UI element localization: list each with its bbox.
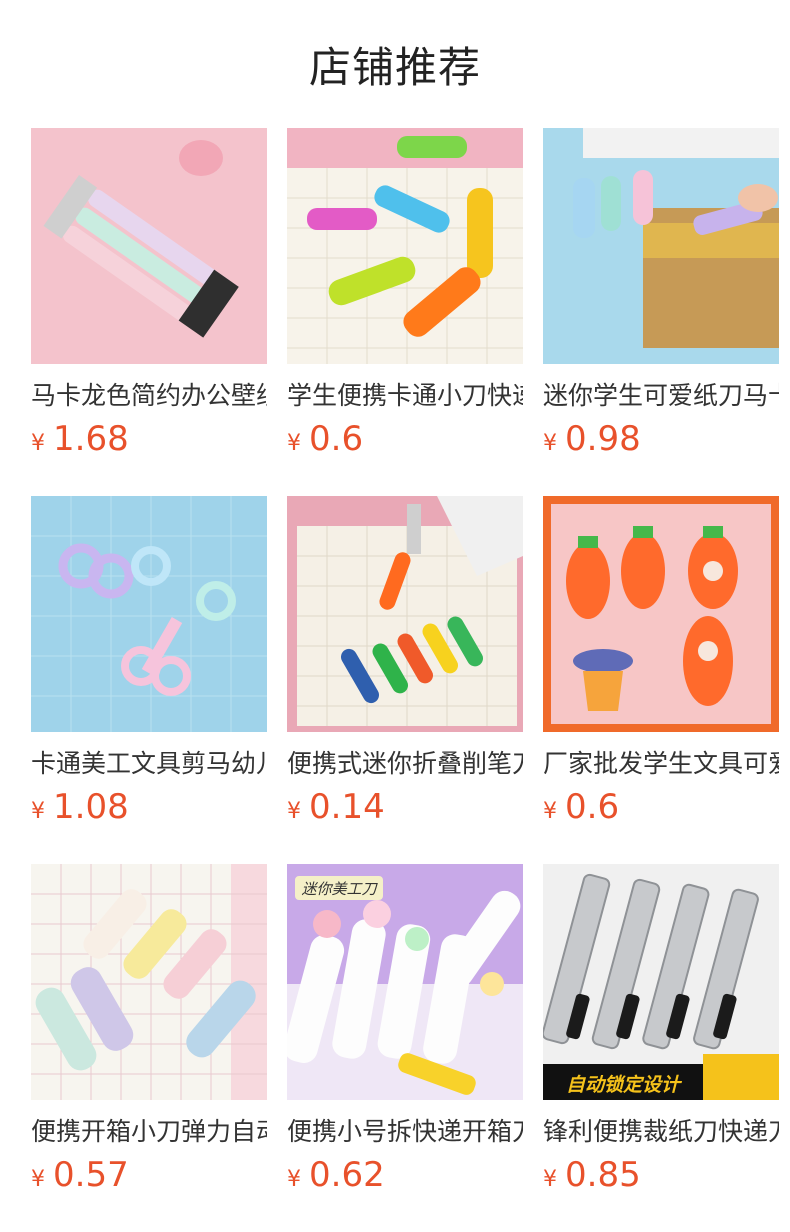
product-image[interactable]: [543, 128, 779, 364]
currency-symbol: ¥: [31, 1167, 45, 1192]
currency-symbol: ¥: [287, 1167, 301, 1192]
price-amount: 0.98: [565, 419, 641, 459]
metal-cutters-icon: 自动锁定设计: [543, 864, 779, 1100]
product-name[interactable]: 马卡龙色简约办公壁纸刀: [31, 379, 267, 413]
product-name[interactable]: 迷你学生可爱纸刀马卡龙: [543, 379, 779, 413]
product-price: ¥0.57: [31, 1153, 267, 1197]
price-amount: 0.85: [565, 1155, 641, 1195]
product-image[interactable]: [287, 496, 523, 732]
colorful-mini-knives-icon: [287, 128, 523, 364]
product-image[interactable]: 迷你美工刀: [287, 864, 523, 1100]
product-name[interactable]: 锋利便携裁纸刀快递刀: [543, 1115, 779, 1149]
carrot-knife-icon: [543, 496, 779, 732]
product-name[interactable]: 学生便携卡通小刀快递: [287, 379, 523, 413]
currency-symbol: ¥: [543, 799, 557, 824]
image-label: 迷你美工刀: [301, 880, 378, 898]
currency-symbol: ¥: [31, 799, 45, 824]
price-amount: 0.14: [309, 787, 385, 827]
product-image[interactable]: 自动锁定设计: [543, 864, 779, 1100]
price-amount: 0.62: [309, 1155, 385, 1195]
product-image[interactable]: [31, 496, 267, 732]
product-name[interactable]: 卡通美工文具剪马幼儿园: [31, 747, 267, 781]
product-price: ¥1.68: [31, 417, 267, 461]
product-price: ¥0.6: [287, 417, 523, 461]
product-name[interactable]: 便携式迷你折叠削笔刀: [287, 747, 523, 781]
product-image[interactable]: [543, 496, 779, 732]
price-amount: 0.57: [53, 1155, 129, 1195]
product-card[interactable]: 迷你美工刀 便携小号拆快递开箱刀 ¥0.62: [287, 864, 523, 1232]
product-card[interactable]: 厂家批发学生文具可爱 ¥0.6: [543, 496, 779, 864]
currency-symbol: ¥: [543, 431, 557, 456]
product-price: ¥0.14: [287, 785, 523, 829]
product-price: ¥0.98: [543, 417, 779, 461]
product-card[interactable]: 学生便携卡通小刀快递 ¥0.6: [287, 128, 523, 496]
product-grid: 马卡龙色简约办公壁纸刀 ¥1.68: [31, 128, 779, 1232]
product-card[interactable]: 迷你学生可爱纸刀马卡龙 ¥0.98: [543, 128, 779, 496]
product-card[interactable]: 自动锁定设计 锋利便携裁纸刀快递刀 ¥0.85: [543, 864, 779, 1232]
product-price: ¥0.62: [287, 1153, 523, 1197]
currency-symbol: ¥: [287, 799, 301, 824]
product-card[interactable]: 便携式迷你折叠削笔刀 ¥0.14: [287, 496, 523, 864]
currency-symbol: ¥: [287, 431, 301, 456]
product-image[interactable]: [31, 128, 267, 364]
box-cutter-icon: [543, 128, 779, 364]
utility-knives-pastel-icon: [31, 128, 267, 364]
product-price: ¥0.6: [543, 785, 779, 829]
cartoon-cutters-icon: 迷你美工刀: [287, 864, 523, 1100]
price-amount: 1.68: [53, 419, 129, 459]
price-amount: 0.6: [309, 419, 364, 459]
product-name[interactable]: 厂家批发学生文具可爱: [543, 747, 779, 781]
product-card[interactable]: 马卡龙色简约办公壁纸刀 ¥1.68: [31, 128, 267, 496]
image-label: 自动锁定设计: [566, 1074, 683, 1096]
product-name[interactable]: 便携开箱小刀弹力自动: [31, 1115, 267, 1149]
price-amount: 0.6: [565, 787, 620, 827]
mini-box-cutters-icon: [31, 864, 267, 1100]
folding-knife-icon: [287, 496, 523, 732]
product-image[interactable]: [31, 864, 267, 1100]
currency-symbol: ¥: [543, 1167, 557, 1192]
product-card[interactable]: 便携开箱小刀弹力自动 ¥0.57: [31, 864, 267, 1232]
product-image[interactable]: [287, 128, 523, 364]
currency-symbol: ¥: [31, 431, 45, 456]
product-price: ¥0.85: [543, 1153, 779, 1197]
product-card[interactable]: 卡通美工文具剪马幼儿园 ¥1.08: [31, 496, 267, 864]
product-name[interactable]: 便携小号拆快递开箱刀: [287, 1115, 523, 1149]
product-price: ¥1.08: [31, 785, 267, 829]
page-title: 店铺推荐: [308, 43, 481, 92]
price-amount: 1.08: [53, 787, 129, 827]
kids-scissors-icon: [31, 496, 267, 732]
